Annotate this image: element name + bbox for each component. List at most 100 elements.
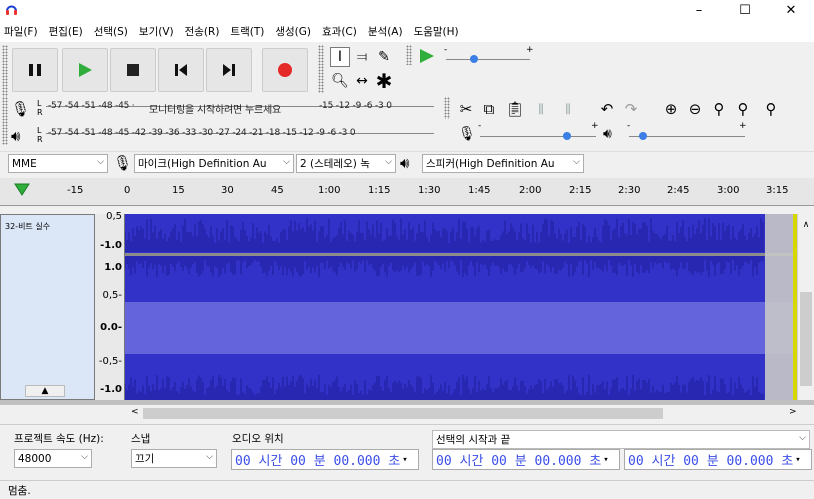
menu-edit[interactable]: 편집(E): [49, 24, 83, 39]
fit-project-icon[interactable]: ⚲: [732, 98, 754, 120]
zoom-tool-icon[interactable]: 🔍︎: [330, 71, 350, 91]
play-at-speed-icon: [420, 49, 434, 63]
rec-vol-min: -: [478, 121, 482, 131]
waveform[interactable]: [125, 214, 797, 400]
project-rate-select[interactable]: 48000 ⌵: [14, 449, 92, 468]
menu-help[interactable]: 도움말(H): [414, 24, 459, 39]
scale-label: -1.0: [100, 240, 122, 251]
play-speed-grip[interactable]: [406, 45, 412, 65]
speed-max-label: +: [526, 45, 534, 55]
zoom-toggle-icon[interactable]: ⚲: [760, 98, 782, 120]
minimize-button[interactable]: –: [676, 0, 722, 20]
ruler-tick-label: 45: [271, 185, 284, 196]
menu-tracks[interactable]: 트랙(T): [230, 24, 264, 39]
snap-select[interactable]: 끄기 ⌵: [131, 449, 217, 468]
ruler-tick-label: 1:30: [418, 185, 441, 196]
tools-grip[interactable]: [318, 45, 324, 93]
menu-analyze[interactable]: 분석(A): [368, 24, 403, 39]
silence-icon[interactable]: ⫼: [557, 98, 579, 120]
paste-icon[interactable]: 📋︎: [504, 98, 526, 120]
selection-mode-select[interactable]: 선택의 시작과 끝 ⌵: [432, 430, 810, 449]
multi-tool-icon[interactable]: ✱: [374, 69, 394, 93]
audio-position-field[interactable]: 00 시간 00 분 00.000 초 ▾: [231, 449, 419, 470]
pause-icon: [29, 64, 41, 76]
meter-grip[interactable]: [2, 97, 8, 145]
chevron-down-icon: ⌵: [206, 452, 213, 462]
record-icon: [278, 63, 292, 77]
timeshift-tool-icon[interactable]: ↔: [352, 71, 372, 91]
chevron-down-icon[interactable]: ▾: [402, 455, 407, 465]
redo-icon[interactable]: ↷: [620, 98, 642, 120]
record-meter-prompt[interactable]: 모니터링을 시작하려면 누르세요: [149, 101, 281, 116]
recording-device-select[interactable]: 마이크(High Definition Au ⌵: [134, 154, 294, 173]
chevron-down-icon: ⌵: [573, 157, 580, 167]
zoom-in-icon[interactable]: ⊕: [660, 98, 682, 120]
vertical-scroll-thumb[interactable]: [800, 292, 812, 386]
maximize-button[interactable]: ☐: [722, 0, 768, 20]
track-format-label: 32-비트 실수: [5, 222, 51, 231]
skip-start-icon: [175, 64, 187, 76]
playback-device-select[interactable]: 스피커(High Definition Au ⌵: [422, 154, 584, 173]
horizontal-scroll-thumb[interactable]: [143, 408, 663, 419]
edit-grip[interactable]: [444, 97, 450, 119]
audio-position-label: 오디오 위치: [232, 433, 284, 445]
selection-tool-icon[interactable]: I: [330, 47, 350, 67]
zoom-out-icon[interactable]: ⊖: [684, 98, 706, 120]
undo-icon[interactable]: ↶: [596, 98, 618, 120]
scroll-up-icon[interactable]: ∧: [798, 220, 814, 230]
play-volume-icon: 🔊︎: [603, 126, 612, 142]
skip-to-end-button[interactable]: [206, 48, 252, 92]
record-volume-thumb[interactable]: [563, 132, 571, 140]
menu-transport[interactable]: 전송(R): [185, 24, 220, 39]
timeline-play-head-icon[interactable]: [14, 182, 30, 196]
scale-label: -0,5-: [98, 356, 122, 367]
recording-channels-select[interactable]: 2 (스테레오) 녹 ⌵: [296, 154, 396, 173]
audio-host-select[interactable]: MME ⌵: [8, 154, 108, 173]
toolbar-grip[interactable]: [2, 45, 8, 97]
project-rate-label: 프로젝트 속도 (Hz):: [14, 433, 104, 445]
trim-icon[interactable]: ⫼: [530, 98, 552, 120]
play-at-speed-button[interactable]: [416, 47, 436, 68]
chevron-down-icon[interactable]: ▾: [795, 455, 800, 465]
chevron-down-icon[interactable]: ▾: [603, 455, 608, 465]
speaker-icon[interactable]: 🔊︎: [11, 127, 20, 145]
close-button[interactable]: ✕: [768, 0, 814, 20]
fit-selection-icon[interactable]: ⚲: [708, 98, 730, 120]
microphone-icon[interactable]: 🎙︎: [11, 100, 30, 118]
envelope-tool-icon[interactable]: ⫤: [352, 47, 372, 67]
menu-effect[interactable]: 효과(C): [322, 24, 357, 39]
draw-tool-icon[interactable]: ✎: [374, 47, 394, 67]
pause-button[interactable]: [12, 48, 58, 92]
record-button[interactable]: [262, 48, 308, 92]
vertical-scale[interactable]: 0,5 -1.0 1.0 0,5- 0.0- -0,5- -1.0: [95, 211, 125, 400]
play-button[interactable]: [62, 48, 108, 92]
track-vertical-scrollbar[interactable]: ∧: [797, 214, 814, 400]
scroll-right-icon[interactable]: >: [789, 407, 797, 417]
stop-button[interactable]: [110, 48, 156, 92]
menu-select[interactable]: 선택(S): [94, 24, 128, 39]
play-speed-thumb[interactable]: [470, 55, 478, 63]
cut-icon[interactable]: ✂: [455, 98, 477, 120]
collapse-track-button[interactable]: ▲: [25, 385, 65, 397]
copy-icon[interactable]: ⧉: [478, 98, 500, 120]
skip-to-start-button[interactable]: [158, 48, 204, 92]
status-bar: 멈춤.: [0, 480, 814, 499]
ruler-tick-label: 2:00: [519, 185, 542, 196]
horizontal-scrollbar[interactable]: < >: [125, 405, 797, 422]
selection-start-field[interactable]: 00 시간 00 분 00.000 초 ▾: [432, 449, 620, 470]
track-control-panel[interactable]: 32-비트 실수 ▲: [0, 214, 95, 400]
record-meter-channels: LR: [37, 99, 43, 117]
menu-file[interactable]: 파일(F): [4, 24, 38, 39]
play-speed-slider[interactable]: [446, 59, 530, 60]
scroll-left-icon[interactable]: <: [131, 407, 139, 417]
play-volume-thumb[interactable]: [639, 132, 647, 140]
scale-label: -1.0: [100, 384, 122, 395]
menu-generate[interactable]: 생성(G): [275, 24, 311, 39]
timeline-ruler[interactable]: -15 0 15 30 45 1:00 1:15 1:30 1:45 2:00 2:15 2:30 2:…: [0, 178, 814, 206]
mic-device-icon: 🎙︎: [113, 154, 133, 172]
selection-end-field[interactable]: 00 시간 00 분 00.000 초 ▾: [624, 449, 812, 470]
record-volume-slider[interactable]: [480, 136, 596, 137]
record-meter-scale: -57 -54 -51 -48 -45 ·: [48, 101, 135, 111]
ruler-tick-label: 1:00: [318, 185, 341, 196]
menu-view[interactable]: 보기(V): [139, 24, 174, 39]
